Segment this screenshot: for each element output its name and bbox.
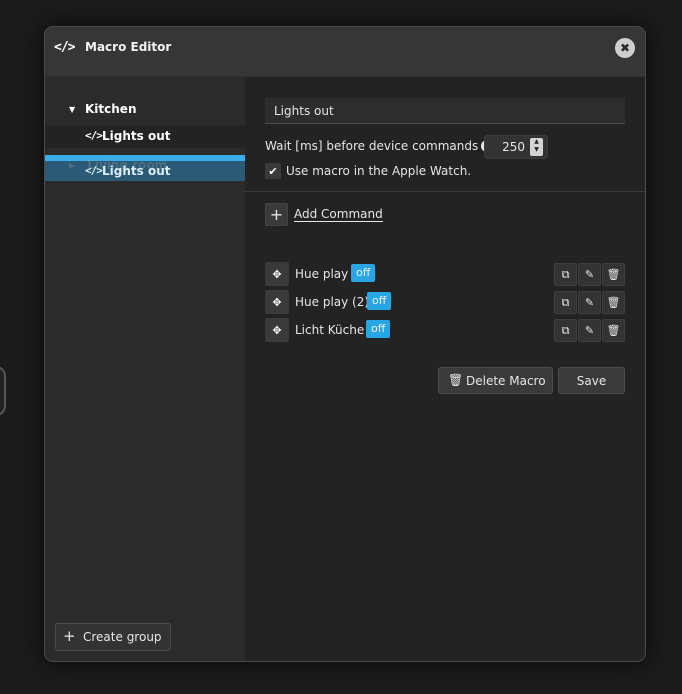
wait-ms-value[interactable]: 250 [502,140,525,154]
drag-handle-icon[interactable]: ✥ [265,318,289,342]
create-group-button[interactable]: + Create group [55,623,171,651]
command-state-badge: off [366,320,391,338]
edit-icon[interactable]: ✎ [578,319,601,342]
close-icon: ✖ [619,41,631,55]
trash-icon[interactable]: 🗑 [602,291,625,314]
macro-detail-panel: Wait [ms] before device commands i : 250… [245,77,645,661]
code-icon: </> [85,129,103,142]
apple-watch-option[interactable]: ✔ Use macro in the Apple Watch. [265,162,471,180]
create-group-label: Create group [83,630,162,644]
macro-item-lights-out[interactable]: </> Lights out [45,125,245,148]
group-kitchen[interactable]: ▼ Kitchen [45,98,245,120]
drag-handle-icon[interactable]: ✥ [265,290,289,314]
wait-ms-stepper[interactable]: 250 ▲ ▼ [484,135,548,159]
section-divider [245,191,645,192]
macro-name-input[interactable] [265,98,625,124]
dragging-item-label: Lights out [102,164,171,178]
code-icon: </> [54,40,76,55]
group-label: Kitchen [85,102,137,116]
command-label: Hue play [295,267,349,281]
command-label: Hue play (2) [295,295,370,309]
add-command-link[interactable]: Add Command [294,208,383,222]
caret-down-icon[interactable]: ▼ [69,105,75,114]
command-actions: ⧉ ✎ 🗑 [554,263,625,286]
macro-sidebar: ▼ Kitchen </> Lights out ▸ Living room <… [45,77,245,661]
plus-icon: + [63,627,76,645]
save-button[interactable]: Save [558,367,625,394]
dragging-macro-item[interactable]: </> Lights out [45,161,245,181]
spinner-buttons[interactable]: ▲ ▼ [530,138,543,156]
copy-icon[interactable]: ⧉ [554,263,577,286]
close-button[interactable]: ✖ [615,38,635,58]
spin-down-icon[interactable]: ▼ [530,146,543,154]
command-actions: ⧉ ✎ 🗑 [554,291,625,314]
command-state-badge: off [351,264,376,282]
command-state-badge: off [367,292,392,310]
wait-label: Wait [ms] before device commands [265,139,479,153]
copy-icon[interactable]: ⧉ [554,319,577,342]
command-row: ✥ Licht Küche off ⧉ ✎ 🗑 [265,318,625,342]
trash-icon: 🗑 [448,373,464,387]
window-title: Macro Editor [85,40,172,54]
command-row: ✥ Hue play off ⧉ ✎ 🗑 [265,262,625,286]
background-knob [0,366,6,416]
command-actions: ⧉ ✎ 🗑 [554,319,625,342]
command-label: Licht Küche [295,323,365,337]
edit-icon[interactable]: ✎ [578,263,601,286]
plus-icon: + [269,205,284,224]
apple-watch-checkbox[interactable]: ✔ [265,163,281,179]
check-icon: ✔ [268,164,278,178]
code-icon: </> [85,164,103,177]
wait-setting-row: Wait [ms] before device commands i : [265,135,499,157]
add-command-button[interactable]: + [265,203,288,226]
edit-icon[interactable]: ✎ [578,291,601,314]
trash-icon[interactable]: 🗑 [602,263,625,286]
macro-editor-window: </> Macro Editor ✖ ▼ Kitchen </> Lights … [44,26,646,662]
trash-icon[interactable]: 🗑 [602,319,625,342]
command-row: ✥ Hue play (2) off ⧉ ✎ 🗑 [265,290,625,314]
title-bar[interactable]: </> Macro Editor ✖ [45,27,645,77]
apple-watch-label[interactable]: Use macro in the Apple Watch. [286,164,471,178]
macro-item-label: Lights out [102,129,171,143]
copy-icon[interactable]: ⧉ [554,291,577,314]
spin-up-icon[interactable]: ▲ [530,138,543,146]
delete-macro-label: Delete Macro [466,374,546,388]
drag-handle-icon[interactable]: ✥ [265,262,289,286]
delete-macro-button[interactable]: 🗑 Delete Macro [438,367,553,394]
